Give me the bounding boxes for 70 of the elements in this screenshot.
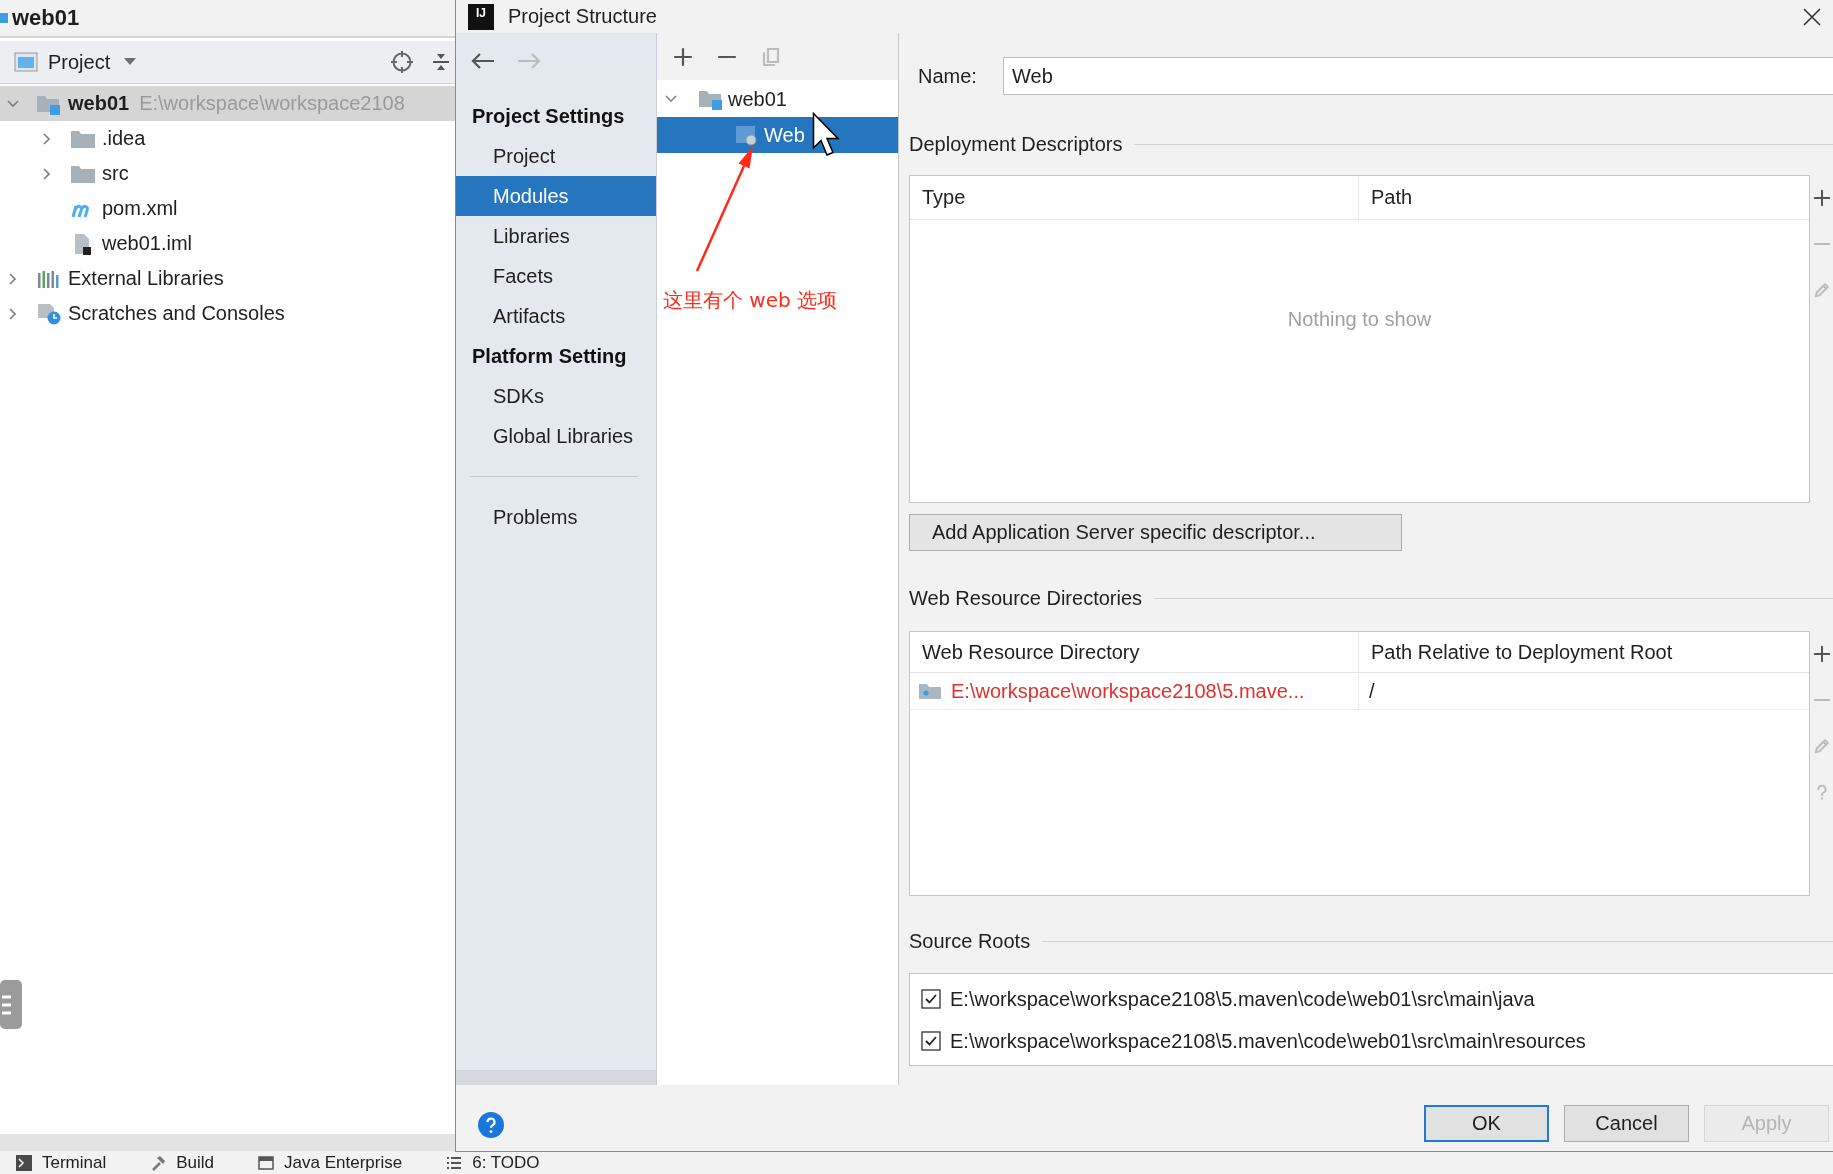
hammer-icon <box>150 1154 167 1171</box>
back-arrow-icon[interactable] <box>470 51 496 71</box>
tool-window-tab[interactable]: Java Enterprise <box>258 1151 403 1174</box>
section-title: Source Roots <box>909 929 1031 953</box>
tree-item[interactable]: web01 <box>657 81 898 117</box>
table-cell-text: / <box>1368 679 1375 703</box>
section-title: Deployment Descriptors <box>909 132 1123 156</box>
window-icon <box>14 52 38 72</box>
sidebar-item[interactable]: Problems <box>456 497 656 537</box>
side-tab-icon[interactable] <box>0 980 22 1029</box>
name-field[interactable]: Web <box>1003 57 1833 95</box>
column-header[interactable]: Path <box>1359 176 1809 219</box>
dialog-button[interactable]: OK <box>1424 1105 1549 1142</box>
sidebar-item[interactable]: Facets <box>456 256 656 296</box>
plus-icon[interactable] <box>1812 189 1831 207</box>
window-icon <box>258 1154 275 1171</box>
tree-item[interactable]: .idea <box>0 121 455 156</box>
section-title: Web Resource Directories <box>909 586 1143 610</box>
source-root-path: E:\workspace\workspace2108\5.maven\code\web01\src\main\java <box>950 987 1535 1011</box>
list-icon <box>446 1154 463 1171</box>
app-logo: IJ <box>468 3 494 30</box>
plus-icon[interactable] <box>1812 645 1831 663</box>
tree-item[interactable]: External Libraries <box>0 261 455 296</box>
source-root-path: E:\workspace\workspace2108\5.maven\code\web01\src\main\resources <box>950 1029 1586 1053</box>
folder-icon <box>918 682 942 700</box>
sidebar-item[interactable]: Global Libraries <box>456 416 656 456</box>
plus-icon[interactable] <box>673 46 693 67</box>
help-icon[interactable] <box>478 1112 504 1138</box>
tree-item[interactable]: pom.xml <box>0 191 455 226</box>
caret-icon[interactable] <box>124 58 137 66</box>
collapse-icon[interactable] <box>432 53 450 71</box>
dialog-title: Project Structure <box>508 5 657 28</box>
tree-item[interactable]: Scratches and Consoles <box>0 296 455 331</box>
sidebar-item[interactable]: Artifacts <box>456 296 656 336</box>
sidebar-item[interactable]: Libraries <box>456 216 656 256</box>
tree-item[interactable]: web01.iml <box>0 226 455 261</box>
checkbox[interactable] <box>921 1031 941 1051</box>
sidebar-heading: Project Settings <box>471 104 626 129</box>
terminal-icon <box>16 1154 32 1171</box>
sidebar-item[interactable]: Modules <box>456 176 656 216</box>
sidebar-heading: Platform Setting <box>471 344 628 369</box>
tool-window-tab[interactable]: Build <box>150 1151 215 1174</box>
sidebar-item[interactable]: Project <box>456 136 656 176</box>
field-label: Name: <box>917 64 978 88</box>
dialog-button[interactable]: Cancel <box>1564 1105 1689 1142</box>
column-header[interactable]: Path Relative to Deployment Root <box>1359 632 1809 672</box>
empty-message: Nothing to show <box>1287 308 1432 331</box>
horizontal-scrollbar[interactable] <box>456 1070 656 1085</box>
tool-window-tab[interactable]: 6: TODO <box>446 1151 540 1174</box>
tree-item[interactable]: web01 E:\workspace\workspace2108 <box>0 86 455 121</box>
close-icon[interactable] <box>1803 7 1821 26</box>
view-selector[interactable]: Project <box>48 50 111 74</box>
module-path: E:\workspace\workspace2108 <box>139 92 405 115</box>
tool-window-tab[interactable]: Terminal <box>16 1151 107 1174</box>
tree-item[interactable]: src <box>0 156 455 191</box>
column-header[interactable]: Type <box>910 176 1359 219</box>
square-circle-icon <box>734 124 760 146</box>
checkbox[interactable] <box>921 989 941 1009</box>
clock-file-icon <box>36 302 62 325</box>
module-square-icon <box>0 13 8 23</box>
add-descriptor-button[interactable]: Add Application Server specific descriptor... <box>909 514 1402 551</box>
table-cell: E:\workspace\workspace2108\5.mave... <box>951 679 1305 703</box>
mouse-pointer-icon <box>812 112 840 158</box>
crosshair-icon[interactable] <box>390 50 414 74</box>
module-folder-icon <box>698 88 724 110</box>
annotation-text: 这里有个 web 选项 <box>663 288 838 312</box>
tree-item[interactable]: Web <box>657 117 898 153</box>
sidebar-item[interactable]: SDKs <box>456 376 656 416</box>
column-header[interactable]: Web Resource Directory <box>910 632 1359 672</box>
breadcrumb-item[interactable]: web01 <box>12 5 80 31</box>
